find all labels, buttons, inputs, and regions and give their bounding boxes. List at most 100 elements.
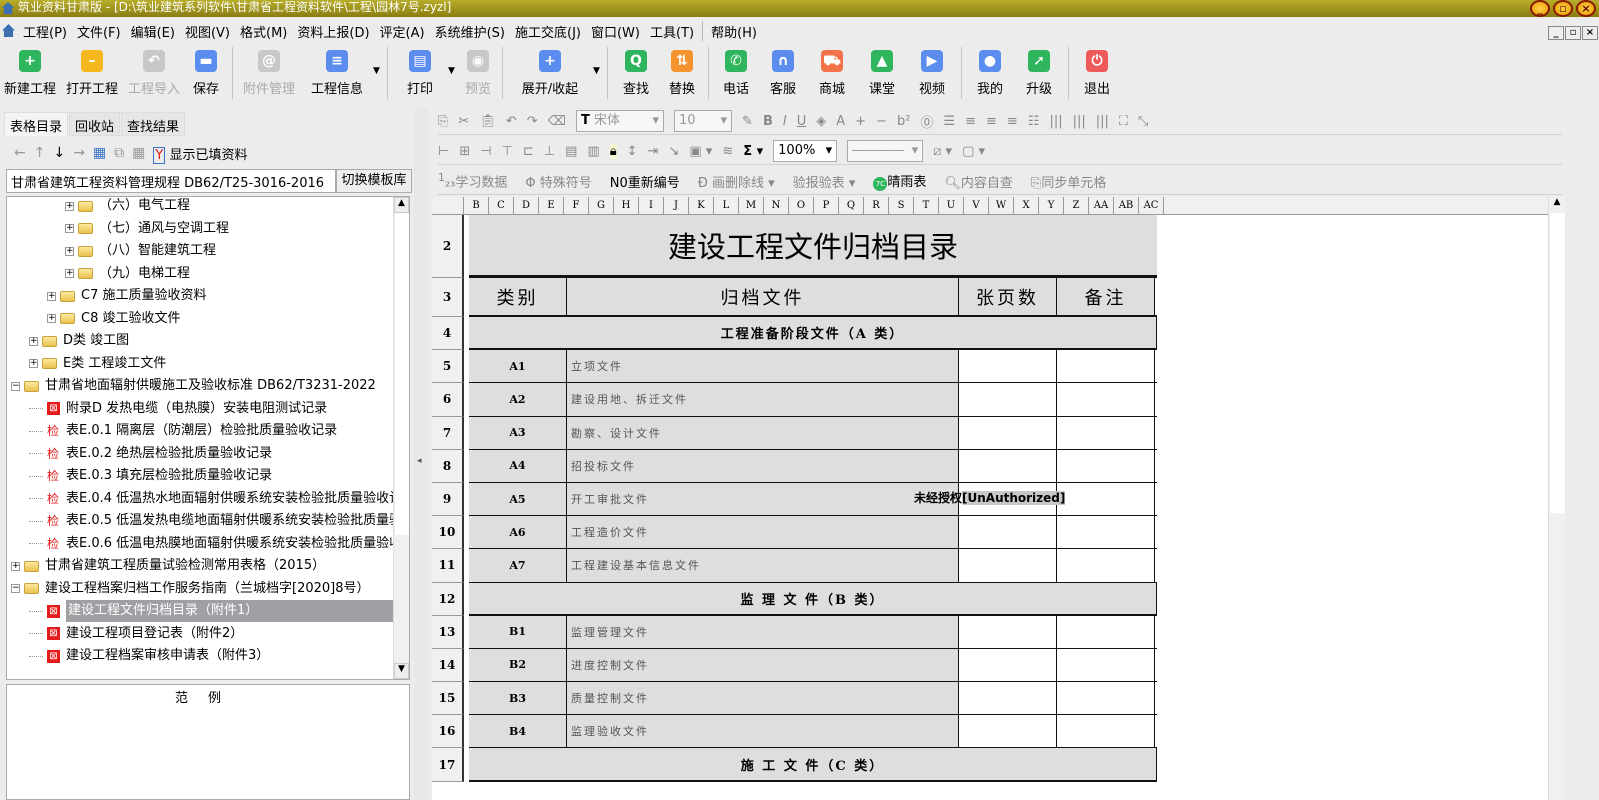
column-letter[interactable]: M [739,197,764,214]
tree-node[interactable]: 检表E.0.5 低温发热电缆地面辐射供暖系统安装检验批质量验 [29,510,402,532]
课堂-button[interactable]: ▲ 课堂 [857,44,907,102]
collapse-arrow-icon[interactable]: ◂ [417,456,422,466]
tree-node[interactable]: + （六）电气工程 [65,197,190,217]
tree-node[interactable]: + （八）智能建筑工程 [65,240,216,262]
file-name[interactable]: 监理验收文件 [567,715,959,748]
font-color-icon[interactable]: A [836,114,845,129]
row-number[interactable]: 7 [432,416,464,450]
查找-button[interactable]: Q 查找 [612,44,660,102]
border-icon[interactable]: ▢ ▾ [962,144,985,159]
tab-2[interactable]: 查找结果 [121,112,186,136]
工程导入-button[interactable]: ↶ 工程导入 [124,44,184,102]
insert-row-icon[interactable]: ⊢ [438,144,449,159]
remarks-cell[interactable] [1057,516,1155,549]
page-count-cell[interactable] [959,350,1057,383]
升级-button[interactable]: ➚ 升级 [1014,44,1064,102]
file-name[interactable]: 开工审批文件 [567,482,959,516]
align-icon[interactable]: ☰ [943,114,955,129]
restore-button[interactable]: ▫ [1553,0,1573,17]
column-letter[interactable]: V [964,197,989,214]
weather-button[interactable]: 7C 晴雨表 [873,171,926,191]
row-number[interactable]: 17 [432,748,464,782]
row-number[interactable]: 13 [432,615,464,649]
tree-node[interactable]: 检表E.0.2 绝热层检验批质量验收记录 [29,443,272,465]
expand-icon[interactable]: + [65,269,74,278]
inspection-form-button[interactable]: 验报验表 ▾ [793,172,856,191]
menu-item[interactable]: 工具(T) [645,22,699,41]
category-code[interactable]: A6 [469,516,567,549]
保存-button[interactable]: ▬ 保存 [184,44,228,102]
category-code[interactable]: B1 [469,615,567,648]
预览-button[interactable]: ◉ 预览 [458,44,498,102]
merge-icon[interactable]: ⊏ [523,144,534,159]
电话-button[interactable]: ✆ 电话 [713,44,759,102]
expand-icon[interactable]: + [11,561,20,571]
scroll-down-icon[interactable]: ▼ [394,663,409,679]
page-count-cell[interactable] [959,416,1057,449]
copy-icon[interactable]: ⎘ [438,114,448,129]
column-letter[interactable]: N [764,197,789,214]
tree-node[interactable]: ⊠ 建设工程项目登记表（附件2） [29,623,243,645]
column-distribute-icon[interactable]: ||| [1049,114,1062,129]
arrow-down-icon[interactable]: ↓ [53,145,65,161]
column-letter[interactable]: C [489,197,514,214]
我的-button[interactable]: ● 我的 [966,44,1014,102]
menu-item[interactable]: 工程(P) [18,22,72,41]
mdi-close-button[interactable]: × [1582,26,1598,40]
standard-name-field[interactable]: 甘肃省建筑工程资料管理规程 DB62/T25-3016-2016 [6,169,336,193]
scroll-up-icon[interactable]: ▲ [1549,197,1565,213]
menu-item[interactable]: 编辑(E) [126,22,180,41]
tree-node[interactable]: + E类 工程竣工文件 [29,353,166,375]
image-icon[interactable]: ▣ ▾ [689,144,712,159]
column-header-cell[interactable]: 归档文件 [567,278,959,315]
remarks-cell[interactable] [1057,549,1155,582]
column-header-cell[interactable]: 备注 [1057,278,1155,315]
退出-button[interactable]: ⏻ 退出 [1073,44,1121,102]
remarks-cell[interactable] [1057,449,1155,482]
column-letter[interactable]: H [614,197,639,214]
line-spacing-icon[interactable]: ↕ [627,144,638,159]
row-number[interactable]: 3 [432,278,464,317]
delete-col-icon[interactable]: ⊤ [502,144,513,159]
tree-node[interactable]: ⊠ 附录D 发热电缆（电热膜）安装电阻测试记录 [29,398,327,420]
remarks-cell[interactable] [1057,383,1155,416]
expand-icon[interactable]: + [47,314,56,323]
column-letter[interactable]: Y [1039,197,1064,214]
page-count-cell[interactable] [959,648,1057,682]
row-number[interactable]: 12 [432,582,464,616]
remarks-cell[interactable] [1057,615,1155,648]
remarks-cell[interactable] [1057,350,1155,383]
column-letter[interactable]: E [539,197,564,214]
switch-template-button[interactable]: 切换模板库 [336,169,412,193]
page-count-cell[interactable] [959,383,1057,416]
tree-node[interactable]: + （九）电梯工程 [65,263,190,285]
strikethrough-button[interactable]: Ð 画删除线 ▾ [698,172,775,191]
row-number[interactable]: 8 [432,449,464,483]
file-name[interactable]: 质量控制文件 [567,682,959,715]
menu-item[interactable]: 帮助(H) [706,22,762,41]
menu-item[interactable]: 施工交底(J) [510,22,586,41]
expand-icon[interactable]: + [65,201,74,211]
file-name[interactable]: 监理管理文件 [567,615,959,648]
menu-item[interactable]: 评定(A) [375,22,430,41]
column-letter[interactable]: T [914,197,939,214]
tree-node[interactable]: + D类 竣工图 [29,330,129,352]
column-letter[interactable]: R [864,197,889,214]
remarks-cell[interactable] [1057,682,1155,715]
italic-icon[interactable]: I [783,114,787,129]
collapse-icon[interactable]: − [11,584,20,593]
tree-node[interactable]: ⊠ 建设工程文件归档目录（附件1） [29,600,396,622]
arrow-left-icon[interactable]: ← [14,145,26,161]
increase-icon[interactable]: + [855,114,866,129]
tree-node[interactable]: 检表E.0.6 低温电热膜地面辐射供暖系统安装检验批质量验收 [29,533,402,555]
expand-icon[interactable]: + [47,291,56,301]
tree-node[interactable]: + 甘肃省建筑工程质量试验检测常用表格（2015） [11,555,325,577]
delete-row-icon[interactable]: ⊣ [480,144,491,159]
row-number[interactable]: 14 [432,648,464,683]
clear-icon[interactable]: ⌫ [548,114,566,129]
undo-icon[interactable]: ↶ [506,114,517,129]
table2-icon[interactable]: ▥ [587,144,599,159]
tree-node[interactable]: 检表E.0.1 隔离层（防潮层）检验批质量验收记录 [29,420,337,442]
lock-icon[interactable]: 🔒︎ [609,143,617,159]
打印-button[interactable]: ▤ 打印 [392,44,448,102]
